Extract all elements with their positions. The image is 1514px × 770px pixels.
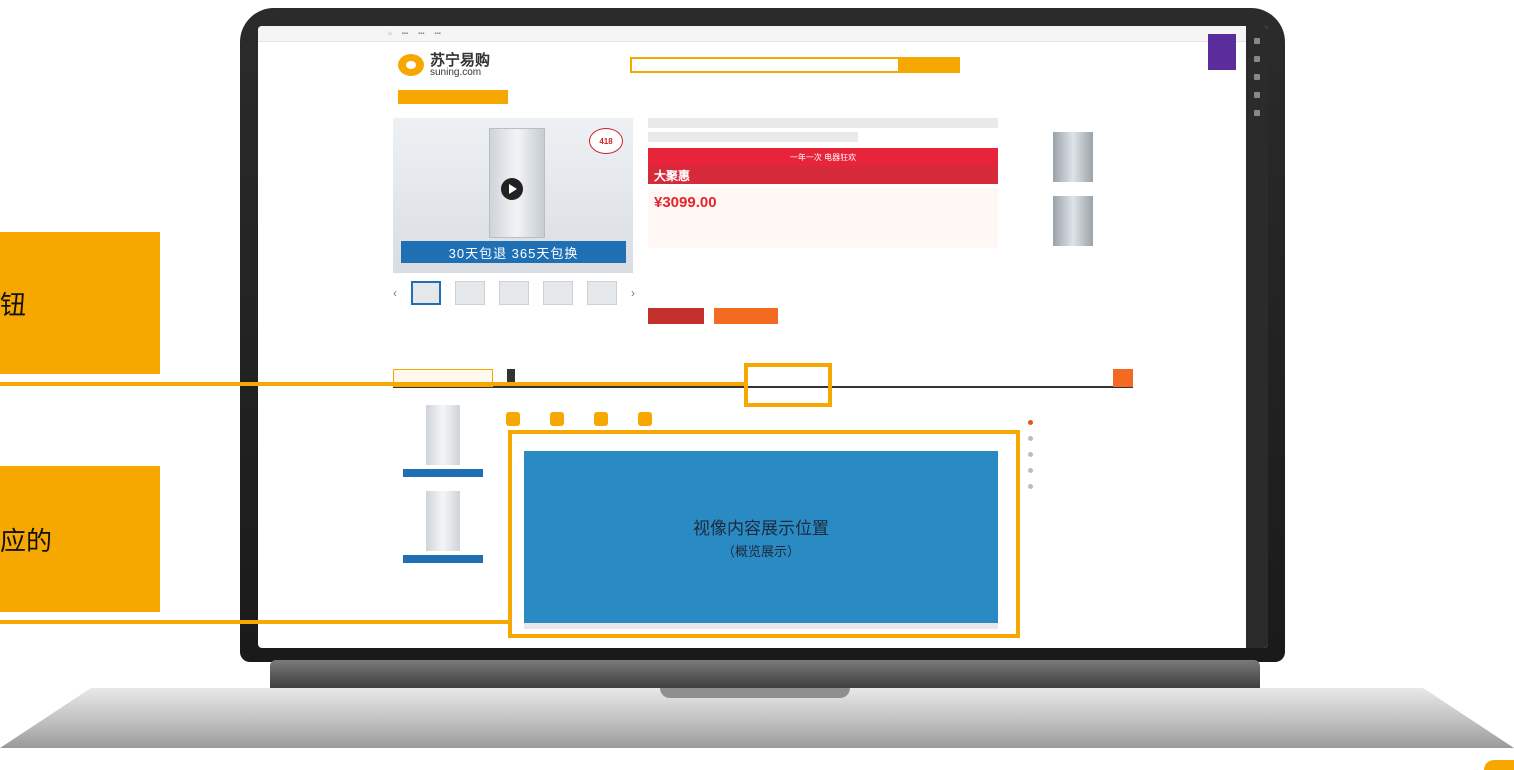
stage: 钮 应的 ⌂ ▪▪▪ ▪▪▪ ▪▪▪ 苏宁易购 suning.com 418 3… [0,0,1514,770]
topbar-link[interactable]: ▪▪▪ [418,31,424,37]
spec-icon [506,412,520,426]
topbar-link[interactable]: ▪▪▪ [402,31,408,37]
dot-icon [1028,483,1033,489]
video-area-title: 视像内容展示位置 [693,519,829,539]
video-area-footer [524,623,998,629]
product-info: 一年一次 电器狂欢 大聚惠 ¥3099.00 [648,118,998,324]
anchor-item[interactable] [1028,462,1108,478]
search-input[interactable] [630,57,901,73]
dot-icon [1028,435,1033,441]
toolbar-icon[interactable] [1254,38,1260,44]
mini-product-tag [403,469,483,477]
search-bar [630,57,961,73]
recommendations [1013,118,1133,378]
thumbnail[interactable] [499,281,529,305]
anchor-item[interactable] [1028,430,1108,446]
laptop-hinge [270,660,1260,690]
spec-icon [638,412,652,426]
add-to-cart-button[interactable] [714,308,778,324]
spec-icon [594,412,608,426]
laptop-screen: ⌂ ▪▪▪ ▪▪▪ ▪▪▪ 苏宁易购 suning.com 418 30天包退 … [258,26,1268,648]
badge-418: 418 [589,128,623,154]
category-nav [258,88,1268,106]
logo-row: 苏宁易购 suning.com [258,42,1268,88]
site-logo[interactable]: 苏宁易购 suning.com [398,53,490,78]
chevron-right-icon[interactable]: › [631,286,635,300]
logo-en: suning.com [430,66,482,78]
product-gallery: 418 30天包退 365天包换 [393,118,633,273]
thumbnail[interactable] [455,281,485,305]
topbar-link[interactable]: ▪▪▪ [434,31,440,37]
logo-icon [398,54,424,76]
all-categories-button[interactable] [398,90,508,104]
buy-actions [648,308,998,324]
thumbnail[interactable] [543,281,573,305]
toolbar-icon[interactable] [1254,92,1260,98]
video-content-area[interactable]: 视像内容展示位置 （概览展示） [524,451,998,623]
toolbar-icon[interactable] [1254,74,1260,80]
callout-content-text: 应的 [0,526,53,557]
spec-icon [550,412,564,426]
left-recommend-column [393,391,493,648]
buy-now-button[interactable] [648,308,704,324]
dot-icon [1028,451,1033,457]
chevron-left-icon[interactable]: ‹ [393,286,397,300]
promo-banner[interactable]: 一年一次 电器狂欢 [648,148,998,166]
price-box: ¥3099.00 [648,188,998,248]
product-subtitle [648,132,858,142]
anchor-item[interactable] [1028,446,1108,462]
dot-icon [1028,419,1033,425]
product-title [648,118,998,128]
topbar-home-icon[interactable]: ⌂ [388,31,392,37]
anchor-nav [1028,414,1108,494]
callout-content: 应的 [0,466,160,612]
laptop-notch [660,688,850,698]
anchor-item[interactable] [1028,478,1108,494]
gallery-banner: 30天包退 365天包换 [401,241,626,263]
promo-badge[interactable] [1208,34,1236,70]
site-topbar: ⌂ ▪▪▪ ▪▪▪ ▪▪▪ [258,26,1268,42]
search-button[interactable] [900,57,961,73]
callout-connector [0,382,746,386]
thumbnail[interactable] [411,281,441,305]
dajuhui-banner[interactable]: 大聚惠 [648,166,998,184]
recommended-product[interactable] [1053,196,1093,246]
spec-highlights [506,404,1006,434]
mini-product-image[interactable] [426,491,460,551]
thumbnail[interactable] [587,281,617,305]
logo-cn: 苏宁易购 [430,51,491,69]
recommended-product[interactable] [1053,132,1093,182]
product-section: 418 30天包退 365天包换 ‹ › 一年一次 电器狂欢 大聚惠 ¥3099… [393,118,1133,378]
price: ¥3099.00 [654,194,717,211]
toolbar-icon[interactable] [1254,110,1260,116]
thumbnail-strip: ‹ › [393,280,643,306]
mini-product-tag [403,555,483,563]
corner-accent [1484,760,1514,770]
toolbar-icon[interactable] [1254,56,1260,62]
callout-button: 钮 [0,232,160,374]
mini-product-image[interactable] [426,405,460,465]
video-area-subtitle: （概览展示） [721,545,800,560]
right-toolbar [1246,26,1268,648]
dot-icon [1028,467,1033,473]
play-icon[interactable] [501,178,523,200]
tab-add-to-cart-button[interactable] [1113,369,1133,387]
anchor-item[interactable] [1028,414,1108,430]
callout-button-text: 钮 [0,290,27,321]
callout-connector [0,620,510,624]
